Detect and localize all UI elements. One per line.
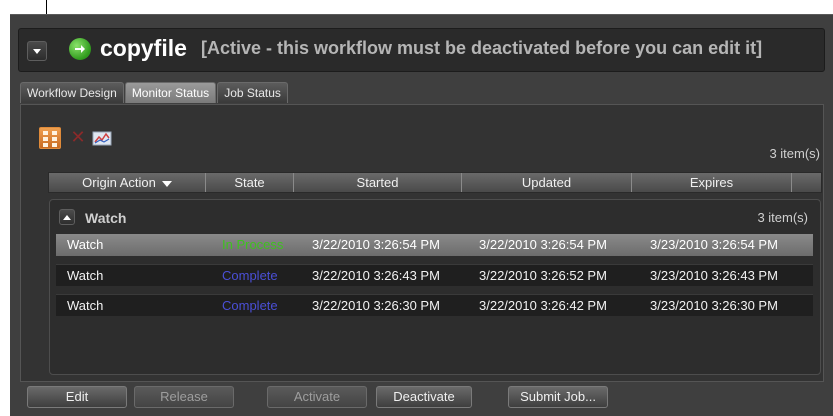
cell-expires: 3/23/2010 3:26:30 PM [650, 298, 778, 313]
workflow-status-text: [Active - this workflow must be deactiva… [201, 38, 763, 58]
collapse-button[interactable] [27, 41, 47, 61]
tab-monitor-status[interactable]: Monitor Status [124, 82, 217, 103]
monitor-status-panel: ✕ 3 item(s) Origin Action State Started … [20, 104, 824, 382]
tab-job-status[interactable]: Job Status [217, 82, 288, 103]
cell-origin: Watch [67, 268, 104, 283]
tab-workflow-design[interactable]: Workflow Design [20, 82, 124, 103]
column-header-updated[interactable]: Updated [462, 173, 632, 192]
cell-state: In Process [222, 237, 284, 252]
group-collapse-button[interactable] [59, 209, 75, 225]
workflow-name: copyfile [100, 35, 187, 61]
cell-state: Complete [222, 298, 278, 313]
table-row[interactable]: Watch In Process 3/22/2010 3:26:54 PM 3/… [56, 234, 813, 256]
table-row[interactable]: Watch Complete 3/22/2010 3:26:43 PM 3/22… [56, 264, 813, 286]
go-arrow-icon [69, 38, 91, 60]
group-watch: Watch 3 item(s) Watch In Process 3/22/20… [49, 199, 821, 375]
group-view-icon[interactable] [39, 127, 61, 149]
cell-origin: Watch [67, 298, 104, 313]
cell-updated: 3/22/2010 3:26:52 PM [479, 268, 607, 283]
activate-button[interactable]: Activate [267, 386, 367, 408]
cell-expires: 3/23/2010 3:26:43 PM [650, 268, 778, 283]
submit-job-button[interactable]: Submit Job... [508, 386, 608, 408]
workflow-titlebar: copyfile [Active - this workflow must be… [18, 28, 825, 72]
deactivate-button[interactable]: Deactivate [376, 386, 472, 408]
table-header: Origin Action State Started Updated Expi… [48, 172, 822, 193]
workflow-window: copyfile [Active - this workflow must be… [10, 14, 833, 416]
column-header-origin-action[interactable]: Origin Action [49, 173, 206, 192]
group-title: Watch [85, 210, 127, 226]
cell-updated: 3/22/2010 3:26:54 PM [479, 237, 607, 252]
chevron-down-icon [33, 48, 41, 54]
column-header-started[interactable]: Started [294, 173, 462, 192]
cell-started: 3/22/2010 3:26:54 PM [312, 237, 440, 252]
column-header-expires[interactable]: Expires [632, 173, 792, 192]
items-count: 3 item(s) [769, 146, 820, 161]
cell-updated: 3/22/2010 3:26:42 PM [479, 298, 607, 313]
delete-icon[interactable]: ✕ [67, 127, 89, 149]
group-count: 3 item(s) [757, 210, 808, 225]
sort-down-icon [161, 180, 172, 187]
release-button[interactable]: Release [134, 386, 234, 408]
column-header-state[interactable]: State [206, 173, 294, 192]
cell-expires: 3/23/2010 3:26:54 PM [650, 237, 778, 252]
cell-state: Complete [222, 268, 278, 283]
table-row[interactable]: Watch Complete 3/22/2010 3:26:30 PM 3/22… [56, 294, 813, 316]
chevron-up-icon [63, 214, 71, 220]
tab-bar: Workflow Design Monitor Status Job Statu… [20, 82, 289, 104]
cell-origin: Watch [67, 237, 104, 252]
cell-started: 3/22/2010 3:26:30 PM [312, 298, 440, 313]
chart-icon[interactable] [91, 127, 113, 149]
edit-button[interactable]: Edit [27, 386, 127, 408]
cell-started: 3/22/2010 3:26:43 PM [312, 268, 440, 283]
